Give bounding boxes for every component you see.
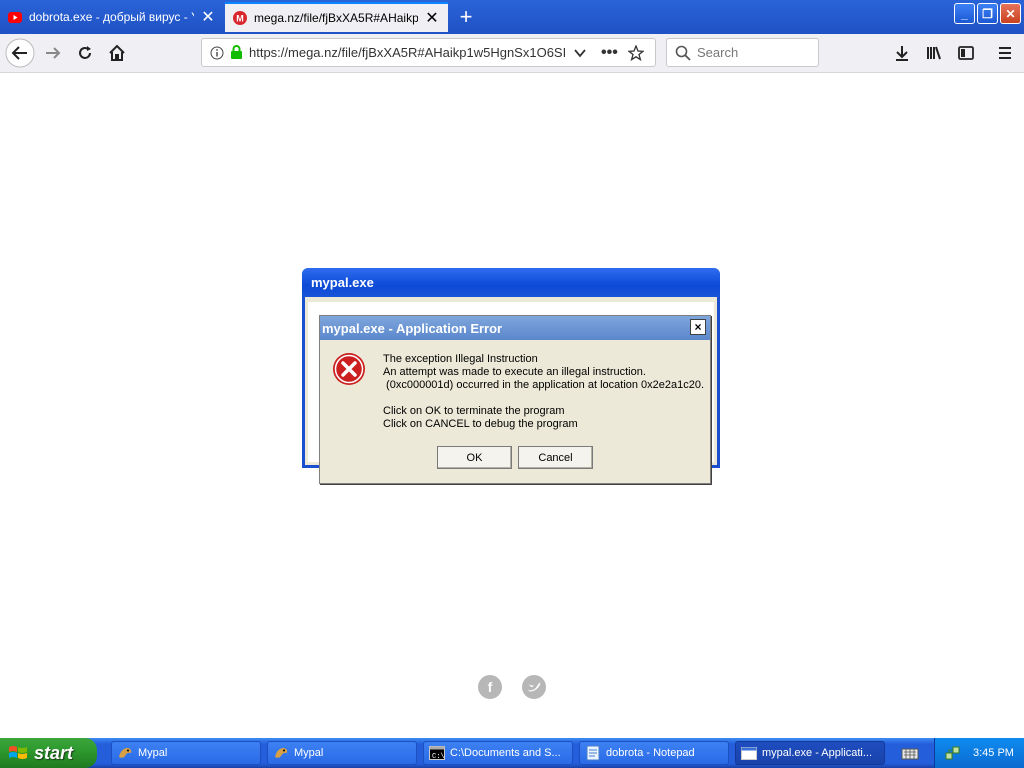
error-dialog-close-button[interactable]: ×: [690, 319, 706, 335]
youtube-icon: [8, 10, 22, 24]
info-icon[interactable]: [210, 46, 224, 60]
network-icon[interactable]: [945, 745, 961, 761]
taskbar-item-notepad[interactable]: dobrota - Notepad: [579, 741, 729, 765]
search-bar[interactable]: Search: [666, 38, 819, 67]
library-button[interactable]: [919, 38, 949, 68]
error-line: Click on OK to terminate the program: [383, 405, 565, 417]
notepad-icon: [585, 745, 601, 761]
mega-icon: M: [233, 11, 247, 25]
cmd-icon: C:\: [429, 745, 445, 761]
minimize-button[interactable]: _: [954, 3, 975, 24]
forward-arrow-icon: [46, 47, 61, 59]
cancel-button[interactable]: Cancel: [518, 446, 593, 469]
start-label: start: [34, 742, 74, 763]
new-tab-button[interactable]: +: [452, 3, 480, 31]
twitter-icon[interactable]: [522, 675, 546, 699]
taskbar: start Mypal Mypal C:\ C:\Documents and S…: [0, 738, 1024, 768]
sidebar-button[interactable]: [951, 38, 981, 68]
error-icon: [332, 352, 366, 386]
chevron-down-icon[interactable]: [573, 46, 587, 60]
error-line: Click on CANCEL to debug the program: [383, 418, 578, 430]
twitter-bird-icon: [528, 682, 541, 692]
home-icon: [109, 44, 125, 61]
bookmark-star-icon[interactable]: [627, 44, 644, 61]
windows-logo-icon: [9, 746, 27, 759]
taskbar-item-label: mypal.exe - Applicati...: [762, 747, 873, 759]
tab-mega[interactable]: M mega.nz/file/fjBxXA5R#AHaikp1w5HgnSx1O…: [225, 2, 448, 32]
taskbar-item-label: Mypal: [138, 747, 168, 759]
close-tab-icon[interactable]: ✕: [424, 10, 440, 27]
library-icon: [927, 46, 941, 60]
keyboard-icon[interactable]: [901, 745, 919, 761]
tab-bar: dobrota.exe - добрый вирус - YouTube ✕ M…: [0, 0, 1024, 34]
back-arrow-icon: [5, 38, 35, 68]
reload-button[interactable]: [70, 38, 100, 68]
tab-label: mega.nz/file/fjBxXA5R#AHaikp1w5HgnSx1O6S…: [254, 11, 418, 25]
url-text[interactable]: https://mega.nz/file/fjBxXA5R#AHaikp1w5H…: [249, 45, 565, 60]
application-error-dialog: mypal.exe - Application Error × The exce…: [319, 315, 711, 484]
taskbar-item-mypal-1[interactable]: Mypal: [111, 741, 261, 765]
close-window-button[interactable]: ✕: [1000, 3, 1021, 24]
sidebar-icon: [958, 46, 974, 60]
mypal-window-title: mypal.exe: [302, 268, 720, 297]
url-bar[interactable]: https://mega.nz/file/fjBxXA5R#AHaikp1w5H…: [201, 38, 656, 67]
error-line: (0xc000001d) occurred in the application…: [383, 379, 705, 391]
error-dialog-title-text: mypal.exe - Application Error: [322, 320, 503, 336]
home-button[interactable]: [102, 38, 132, 68]
window-icon: [741, 745, 757, 761]
taskbar-item-label: C:\Documents and S...: [450, 747, 561, 759]
back-button[interactable]: [5, 38, 35, 68]
taskbar-item-error[interactable]: mypal.exe - Applicati...: [735, 741, 885, 765]
clock[interactable]: 3:45 PM: [973, 747, 1014, 759]
taskbar-item-label: Mypal: [294, 747, 324, 759]
page-actions-icon[interactable]: •••: [601, 44, 618, 62]
error-line: The exception Illegal Instruction: [383, 353, 538, 365]
taskbar-item-mypal-2[interactable]: Mypal: [267, 741, 417, 765]
error-dialog-title: mypal.exe - Application Error: [320, 316, 710, 340]
taskbar-item-label: dobrota - Notepad: [606, 747, 695, 759]
download-icon: [896, 46, 908, 61]
downloads-button[interactable]: [887, 38, 917, 68]
search-placeholder: Search: [697, 45, 739, 60]
restore-button[interactable]: ❐: [977, 3, 998, 24]
facebook-glyph: f: [487, 679, 493, 695]
error-message: The exception Illegal Instruction An att…: [383, 353, 704, 431]
search-icon: [675, 45, 691, 61]
reload-icon: [79, 46, 91, 59]
tab-youtube[interactable]: dobrota.exe - добрый вирус - YouTube ✕: [0, 2, 224, 32]
window-controls: _ ❐ ✕: [954, 3, 1021, 24]
error-line: An attempt was made to execute an illega…: [383, 366, 646, 378]
svg-text:C:\: C:\: [432, 753, 445, 760]
taskbar-item-cmd[interactable]: C:\ C:\Documents and S...: [423, 741, 573, 765]
start-button[interactable]: start: [0, 738, 97, 768]
ok-button[interactable]: OK: [437, 446, 512, 469]
error-line: ​: [383, 392, 704, 405]
navigation-toolbar: https://mega.nz/file/fjBxXA5R#AHaikp1w5H…: [0, 34, 1024, 73]
lock-icon[interactable]: [230, 45, 243, 60]
mypal-icon: [273, 745, 289, 761]
forward-button[interactable]: [38, 38, 68, 68]
menu-button[interactable]: [990, 38, 1020, 68]
hamburger-menu-icon: [999, 47, 1011, 59]
facebook-icon[interactable]: f: [478, 675, 502, 699]
tab-label: dobrota.exe - добрый вирус - YouTube: [29, 10, 194, 24]
close-tab-icon[interactable]: ✕: [200, 9, 216, 26]
mypal-icon: [117, 745, 133, 761]
system-tray: 3:45 PM: [934, 738, 1024, 768]
svg-text:M: M: [236, 14, 244, 24]
